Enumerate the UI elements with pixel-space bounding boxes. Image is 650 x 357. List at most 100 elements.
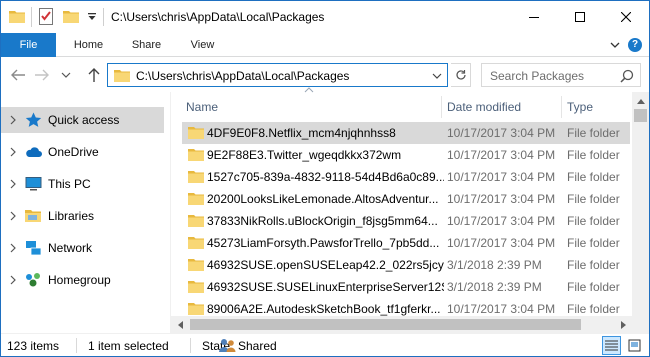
nav-item-network[interactable]: Network (1, 235, 164, 261)
maximize-button[interactable] (557, 1, 603, 33)
refresh-icon (455, 70, 466, 80)
up-button[interactable] (85, 67, 103, 83)
arrow-right-icon (35, 69, 49, 81)
nav-item-this-pc[interactable]: This PC (1, 171, 164, 197)
new-folder-icon[interactable] (63, 10, 79, 23)
scroll-left-button[interactable] (171, 316, 188, 333)
file-name: 89006A2E.AutodeskSketchBook_tf1gferkr... (207, 302, 441, 316)
arrow-left-icon (11, 69, 25, 81)
folder-icon (188, 303, 204, 315)
nav-item-quick-access[interactable]: Quick access (1, 107, 164, 133)
close-icon (621, 12, 631, 22)
chevron-right-icon[interactable] (9, 115, 17, 125)
column-header-date-modified[interactable]: Date modified (447, 96, 521, 118)
chevron-right-icon[interactable] (9, 147, 17, 157)
large-icons-view-button[interactable] (625, 336, 644, 355)
table-row[interactable]: 20200LooksLikeLemonade.AltosAdventur... … (182, 188, 630, 210)
table-row[interactable]: 9E2F88E3.Twitter_wgeqdkkx372wm 10/17/201… (182, 144, 630, 166)
properties-icon[interactable] (39, 8, 53, 25)
scroll-up-button[interactable] (632, 92, 649, 109)
customize-toolbar-icon[interactable] (86, 10, 98, 22)
file-type: File folder (567, 302, 620, 316)
folder-icon (188, 215, 204, 227)
column-divider[interactable] (561, 96, 562, 118)
file-date: 3/1/2018 2:39 PM (447, 280, 542, 294)
file-date: 10/17/2017 3:04 PM (447, 126, 556, 140)
file-name: 4DF9E0F8.Netflix_mcm4njqhnhss8 (207, 126, 396, 140)
folder-icon (188, 281, 204, 293)
horizontal-scrollbar[interactable] (171, 316, 632, 333)
item-count: 123 items (7, 339, 60, 353)
folder-icon (188, 171, 204, 183)
file-name: 46932SUSE.SUSELinuxEnterpriseServer12S..… (207, 280, 444, 294)
file-rows: 4DF9E0F8.Netflix_mcm4njqhnhss8 10/17/201… (182, 122, 630, 320)
folder-icon (188, 149, 204, 161)
table-row[interactable]: 46932SUSE.SUSELinuxEnterpriseServer12S..… (182, 276, 630, 298)
explorer-window: C:\Users\chris\AppData\Local\Packages Fi… (0, 0, 650, 357)
address-path[interactable]: C:\Users\chris\AppData\Local\Packages (136, 69, 349, 83)
chevron-down-icon (61, 72, 71, 78)
chevron-right-icon[interactable] (9, 211, 17, 221)
file-date: 10/17/2017 3:04 PM (447, 236, 556, 250)
file-name: 45273LiamForsyth.PawsforTrello_7pb5dd... (207, 236, 440, 250)
selection-count: 1 item selected (88, 339, 169, 353)
library-icon (25, 210, 41, 222)
file-date: 10/17/2017 3:04 PM (447, 148, 556, 162)
recent-locations-button[interactable] (57, 67, 75, 83)
network-icon (26, 241, 42, 256)
details-view-button[interactable] (602, 336, 621, 355)
chevron-right-icon[interactable] (9, 243, 17, 253)
table-row[interactable]: 37833NikRolls.uBlockOrigin_f8jsg5mm64...… (182, 210, 630, 232)
address-bar[interactable]: C:\Users\chris\AppData\Local\Packages (107, 63, 448, 87)
column-header-type[interactable]: Type (567, 96, 593, 118)
nav-item-libraries[interactable]: Libraries (1, 203, 164, 229)
status-separator (76, 338, 77, 353)
table-row[interactable]: 46932SUSE.openSUSELeap42.2_022rs5jcy... … (182, 254, 630, 276)
window-title: C:\Users\chris\AppData\Local\Packages (111, 10, 325, 24)
back-button[interactable] (9, 67, 27, 83)
title-separator (103, 8, 104, 26)
scroll-right-button[interactable] (615, 316, 632, 333)
star-icon (25, 112, 42, 127)
search-icon[interactable] (620, 69, 634, 83)
file-type: File folder (567, 214, 620, 228)
minimize-icon (529, 17, 539, 18)
tab-view[interactable]: View (175, 33, 230, 57)
nav-item-homegroup[interactable]: Homegroup (1, 267, 164, 293)
file-date: 10/17/2017 3:04 PM (447, 302, 556, 316)
tab-file[interactable]: File (1, 33, 56, 57)
help-icon[interactable]: ? (628, 38, 642, 52)
nav-item-onedrive[interactable]: OneDrive (1, 139, 164, 165)
table-row[interactable]: 4DF9E0F8.Netflix_mcm4njqhnhss8 10/17/201… (182, 122, 630, 144)
status-separator (190, 338, 191, 353)
nav-label-network: Network (48, 241, 93, 255)
ribbon-tabs: File Home Share View ? (1, 33, 649, 57)
vertical-scrollbar[interactable] (632, 92, 649, 333)
arrow-up-icon (88, 68, 100, 82)
file-date: 10/17/2017 3:04 PM (447, 214, 556, 228)
search-box[interactable]: Search Packages (481, 63, 641, 87)
forward-button[interactable] (33, 67, 51, 83)
chevron-right-icon[interactable] (9, 179, 17, 189)
chevron-right-icon[interactable] (9, 275, 17, 285)
file-type: File folder (567, 148, 620, 162)
refresh-button[interactable] (451, 63, 471, 87)
file-type: File folder (567, 192, 620, 206)
expand-ribbon-icon[interactable] (609, 39, 621, 51)
vertical-scroll-thumb[interactable] (634, 109, 647, 122)
status-bar: 123 items 1 item selected State: Shared (1, 333, 649, 356)
table-row[interactable]: 1527c705-839a-4832-9118-54d4Bd6a0c89... … (182, 166, 630, 188)
title-bar: C:\Users\chris\AppData\Local\Packages (1, 1, 649, 33)
tab-share[interactable]: Share (119, 33, 174, 57)
chevron-down-icon[interactable] (431, 70, 443, 82)
minimize-button[interactable] (511, 1, 557, 33)
tab-home[interactable]: Home (61, 33, 116, 57)
navigation-bar: C:\Users\chris\AppData\Local\Packages Se… (1, 58, 649, 92)
file-type: File folder (567, 170, 620, 184)
horizontal-scroll-thumb[interactable] (190, 319, 581, 330)
table-row[interactable]: 45273LiamForsyth.PawsforTrello_7pb5dd...… (182, 232, 630, 254)
column-divider[interactable] (441, 96, 442, 118)
column-header-name[interactable]: Name (186, 96, 218, 118)
close-button[interactable] (603, 1, 649, 33)
search-placeholder[interactable]: Search Packages (490, 69, 584, 83)
